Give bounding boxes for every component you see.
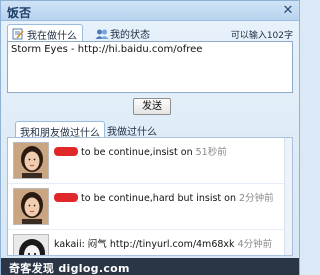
tab-mine[interactable]: 我做过什么 [103,121,161,138]
feed-tabs: 我和朋友做过什么 我做过什么 [15,121,295,139]
char-quota: 可以输入102字 [230,31,293,41]
send-button[interactable]: 发送 [133,98,171,115]
list-item[interactable]: to be continue,hard but insist on 2分钟前 [8,184,292,230]
feed-time: 51秒前 [195,147,227,158]
users-icon [95,28,109,40]
window-title: 饭否 [7,6,32,20]
feed-text: to be continue,insist on 51秒前 [54,144,290,158]
redacted-username [54,147,78,156]
redacted-username [54,193,78,202]
feed-message: kakaii: 闷气 http://tinyurl.com/4m68xk [54,239,235,250]
feed-time: 2分钟前 [239,193,274,204]
tab-doing[interactable]: 我在做什么 [7,24,83,42]
feed-text: kakaii: 闷气 http://tinyurl.com/4m68xk 4分钟… [54,236,290,250]
feed-scrollbar[interactable] [284,138,292,255]
status-tabs: 我在做什么 我的状态 可以输入102字 [7,24,295,42]
pencil-icon [12,28,24,40]
avatar [13,142,49,179]
list-item[interactable]: kakaii: 闷气 http://tinyurl.com/4m68xk 4分钟… [8,230,292,255]
close-button[interactable]: ✕ [281,4,295,18]
list-item[interactable]: to be continue,insist on 51秒前 [8,138,292,184]
tab-my-status-label: 我的状态 [110,30,150,41]
avatar [13,234,49,255]
feed-message: to be continue,insist on [81,147,193,158]
app-window: 饭否 ✕ 我在做什么 我的状态 可以输入102字 Storm Eyes - ht… [0,0,300,275]
title-bar: 饭否 ✕ [1,1,299,21]
watermark-bar: 奇客发现 diglog.com [1,258,299,275]
tab-doing-label: 我在做什么 [27,30,77,42]
tab-friends[interactable]: 我和朋友做过什么 [15,121,105,139]
tab-my-status[interactable]: 我的状态 [91,24,155,41]
status-input[interactable] [7,41,293,93]
avatar [13,188,49,225]
watermark-text: 奇客发现 diglog.com [9,262,130,275]
feed-time: 4分钟前 [237,239,273,250]
feed-list: to be continue,insist on 51秒前 to be cont… [7,137,293,256]
feed-message: to be continue,hard but insist on [81,193,237,204]
feed-text: to be continue,hard but insist on 2分钟前 [54,190,290,204]
